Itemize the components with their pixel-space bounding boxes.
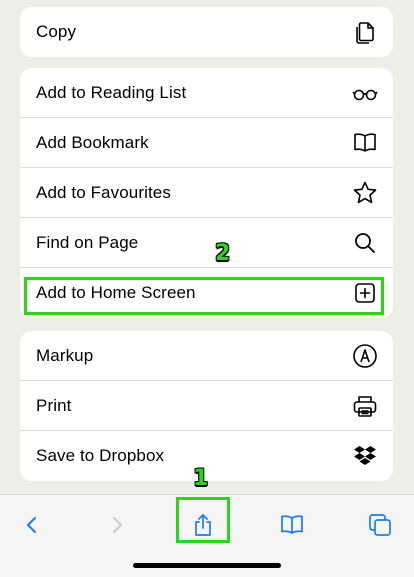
glasses-icon	[351, 79, 379, 107]
menu-item-label: Add to Reading List	[36, 82, 187, 102]
tabs-button[interactable]	[360, 505, 400, 545]
share-icon	[195, 514, 211, 536]
menu-item-label: Markup	[36, 345, 94, 365]
tabs-icon	[369, 514, 391, 536]
menu-item-markup[interactable]: Markup	[20, 331, 393, 381]
menu-group-copy: Copy	[20, 7, 393, 57]
step-number-1: 1	[193, 466, 209, 491]
menu-item-label: Save to Dropbox	[36, 446, 165, 465]
back-button[interactable]	[12, 505, 52, 545]
bookmarks-button[interactable]	[272, 505, 312, 545]
share-button[interactable]	[183, 505, 223, 545]
menu-item-add-to-favourites[interactable]: Add to Favourites	[20, 168, 393, 218]
menu-item-label: Add Bookmark	[36, 132, 149, 152]
menu-group-extensions: Markup Print Save to Dropbox	[20, 331, 393, 481]
back-icon	[27, 517, 36, 533]
forward-icon	[113, 517, 122, 533]
star-icon	[351, 179, 379, 207]
menu-item-label: Print	[36, 395, 72, 415]
copy-icon	[351, 18, 379, 46]
menu-item-label: Add to Favourites	[36, 182, 171, 202]
bookmarks-icon	[281, 515, 303, 534]
book-icon	[351, 129, 379, 157]
home-indicator	[133, 563, 281, 568]
menu-item-label: Find on Page	[36, 232, 139, 252]
menu-item-print[interactable]: Print	[20, 381, 393, 431]
menu-item-add-to-reading-list[interactable]: Add to Reading List	[20, 68, 393, 118]
search-icon	[351, 229, 379, 257]
menu-item-add-to-home-screen[interactable]: Add to Home Screen	[20, 268, 393, 318]
menu-item-add-bookmark[interactable]: Add Bookmark	[20, 118, 393, 168]
forward-button[interactable]	[97, 505, 137, 545]
dropbox-icon	[351, 442, 379, 470]
menu-item-find-on-page[interactable]: Find on Page	[20, 218, 393, 268]
plus-square-icon	[351, 279, 379, 307]
step-number-2: 2	[215, 241, 231, 266]
menu-item-copy[interactable]: Copy	[20, 7, 393, 57]
menu-item-label: Copy	[36, 22, 77, 41]
markup-icon	[351, 342, 379, 370]
menu-item-label: Add to Home Screen	[36, 283, 196, 302]
menu-group-page-actions: Add to Reading List Add Bookmark Add to …	[20, 68, 393, 318]
printer-icon	[351, 392, 379, 420]
